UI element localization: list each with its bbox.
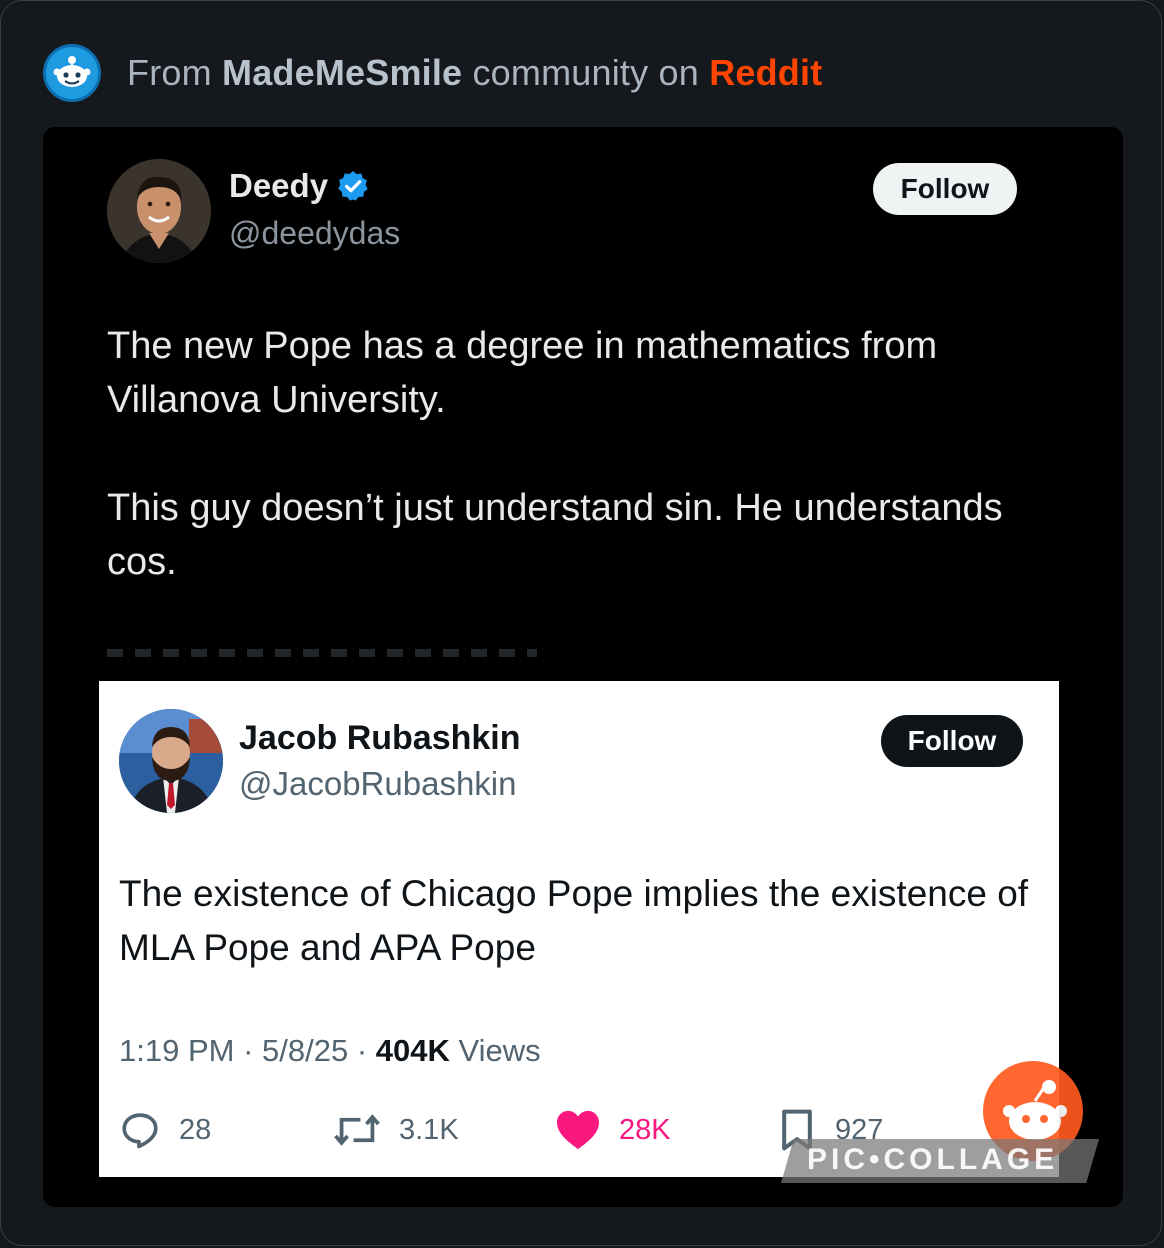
meta-separator: · [243, 1033, 263, 1068]
views-count: 404K [375, 1033, 450, 1068]
tweet-paragraph: This guy doesn’t just understand sin. He… [107, 487, 1003, 583]
jacob-display-name[interactable]: Jacob Rubashkin [239, 719, 521, 758]
cropped-timestamp-row [107, 649, 537, 657]
deedy-display-name[interactable]: Deedy [229, 167, 370, 205]
reply-button[interactable]: 28 [119, 1105, 211, 1155]
pic-collage-watermark: PIC•COLLAGE [781, 1061, 1101, 1183]
tweet-time[interactable]: 1:19 PM [119, 1033, 234, 1068]
deedy-handle[interactable]: @deedydas [229, 215, 400, 252]
deedy-tweet-text: The new Pope has a degree in mathematics… [107, 319, 1027, 589]
tweet-meta: 1:19 PM · 5/8/25 · 404K Views [119, 1033, 541, 1069]
retweet-button[interactable]: 3.1K [333, 1105, 459, 1155]
meta-separator: · [356, 1033, 376, 1068]
deedy-name-text: Deedy [229, 167, 329, 204]
like-button[interactable]: 28K [555, 1105, 671, 1155]
community-link[interactable]: MadeMeSmile [222, 52, 462, 93]
tweet-date[interactable]: 5/8/25 [262, 1033, 348, 1068]
reply-icon [122, 1113, 158, 1149]
views-label: Views [458, 1033, 541, 1068]
retweet-count: 3.1K [399, 1113, 459, 1146]
retweet-icon [334, 1114, 380, 1146]
watermark-text: PIC•COLLAGE [807, 1143, 1059, 1176]
source-text: From MadeMeSmile community on Reddit [127, 52, 822, 94]
tweet-screenshot-card: Deedy @deedydas Follow The new Pope has … [43, 127, 1123, 1207]
follow-deedy-button[interactable]: Follow [873, 163, 1017, 215]
heart-icon [557, 1110, 599, 1150]
jacob-handle[interactable]: @JacobRubashkin [239, 765, 517, 803]
jacob-tweet-text: The existence of Chicago Pope implies th… [119, 873, 1029, 968]
follow-jacob-button[interactable]: Follow [881, 715, 1023, 767]
reddit-link[interactable]: Reddit [709, 52, 822, 93]
jacob-avatar[interactable] [119, 709, 223, 813]
like-count: 28K [619, 1113, 671, 1146]
source-middle: community on [472, 52, 699, 93]
deedy-avatar[interactable] [107, 159, 211, 263]
reddit-snoo-icon [43, 44, 101, 102]
verified-badge-icon [338, 171, 368, 201]
reply-count: 28 [179, 1113, 212, 1146]
tweet-paragraph: The new Pope has a degree in mathematics… [107, 325, 938, 421]
source-header: From MadeMeSmile community on Reddit [43, 43, 822, 103]
source-prefix: From [127, 52, 212, 93]
post-frame: From MadeMeSmile community on Reddit Dee… [0, 0, 1162, 1246]
